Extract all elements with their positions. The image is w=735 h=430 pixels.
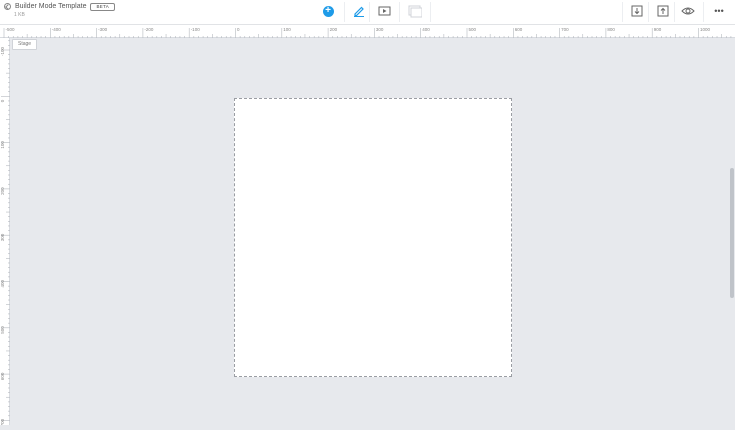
document-title-row: Builder Mode Template BETA bbox=[4, 1, 116, 12]
download-icon bbox=[631, 5, 643, 17]
toolbar-divider bbox=[430, 2, 431, 22]
document-title[interactable]: Builder Mode Template bbox=[15, 3, 86, 10]
toolbar-divider bbox=[344, 2, 345, 22]
eye-icon bbox=[681, 7, 695, 15]
ruler-label: 300 bbox=[376, 27, 384, 32]
toolbar-divider bbox=[369, 2, 370, 22]
toolbar-divider bbox=[674, 2, 675, 22]
ruler-label: 200 bbox=[0, 187, 5, 195]
horizontal-ruler: -500 -400 -300 -200 -100 0 100 200 300 400 500 600 7… bbox=[0, 25, 735, 38]
preview-button[interactable] bbox=[376, 3, 392, 19]
toolbar-divider bbox=[399, 2, 400, 22]
ruler-label: 800 bbox=[607, 27, 615, 32]
ruler-label: -100 bbox=[0, 46, 5, 56]
vertical-scrollbar[interactable] bbox=[730, 168, 734, 298]
ruler-label: 0 bbox=[237, 27, 240, 32]
ruler-label: 400 bbox=[0, 279, 5, 287]
play-icon bbox=[378, 6, 390, 15]
vertical-ruler: -100 0 100 200 300 400 500 600 700 bbox=[0, 38, 10, 426]
upload-icon bbox=[657, 5, 669, 17]
ruler-label: 700 bbox=[0, 418, 5, 425]
toolbar-divider bbox=[703, 2, 704, 22]
edit-button[interactable] bbox=[351, 3, 367, 19]
ruler-label: 900 bbox=[654, 27, 662, 32]
ruler-label: 1000 bbox=[700, 27, 711, 32]
ruler-label: 300 bbox=[0, 233, 5, 241]
ruler-label: -200 bbox=[144, 27, 154, 32]
file-size: 1 KB bbox=[14, 12, 25, 18]
ruler-label: 600 bbox=[0, 372, 5, 380]
ruler-label: 500 bbox=[0, 326, 5, 334]
more-icon: ••• bbox=[714, 6, 724, 16]
ruler-label: 500 bbox=[469, 27, 477, 32]
gallery-icon bbox=[408, 5, 422, 17]
horizontal-ruler-ticks: -500 -400 -300 -200 -100 0 100 200 300 400 500 600 7… bbox=[3, 27, 732, 38]
back-icon[interactable] bbox=[4, 3, 11, 10]
ruler-label: -500 bbox=[6, 27, 16, 32]
ruler-label: 0 bbox=[0, 99, 5, 102]
ruler-label: 200 bbox=[330, 27, 338, 32]
top-toolbar: Builder Mode Template BETA 1 KB + ••• bbox=[0, 0, 735, 25]
ruler-label: -300 bbox=[98, 27, 108, 32]
ruler-label: 700 bbox=[561, 27, 569, 32]
download-button[interactable] bbox=[629, 3, 645, 19]
ruler-label: 100 bbox=[283, 27, 291, 32]
pencil-icon bbox=[354, 6, 364, 17]
ruler-label: 600 bbox=[515, 27, 523, 32]
design-canvas[interactable] bbox=[234, 98, 512, 377]
view-button[interactable] bbox=[680, 3, 696, 19]
ruler-label: 400 bbox=[422, 27, 430, 32]
ruler-label: -100 bbox=[191, 27, 201, 32]
ruler-label: -400 bbox=[52, 27, 62, 32]
vertical-ruler-ticks: -100 0 100 200 300 400 500 600 700 bbox=[0, 40, 10, 426]
add-icon: + bbox=[322, 5, 334, 17]
stage-label[interactable]: Stage bbox=[12, 39, 38, 50]
more-button[interactable]: ••• bbox=[711, 3, 727, 19]
ruler-label: 100 bbox=[0, 141, 5, 149]
beta-badge: BETA bbox=[90, 2, 116, 11]
gallery-button[interactable] bbox=[407, 3, 423, 19]
toolbar-divider bbox=[648, 2, 649, 22]
add-button[interactable]: + bbox=[320, 3, 336, 19]
toolbar-divider bbox=[622, 2, 623, 22]
upload-button[interactable] bbox=[655, 3, 671, 19]
